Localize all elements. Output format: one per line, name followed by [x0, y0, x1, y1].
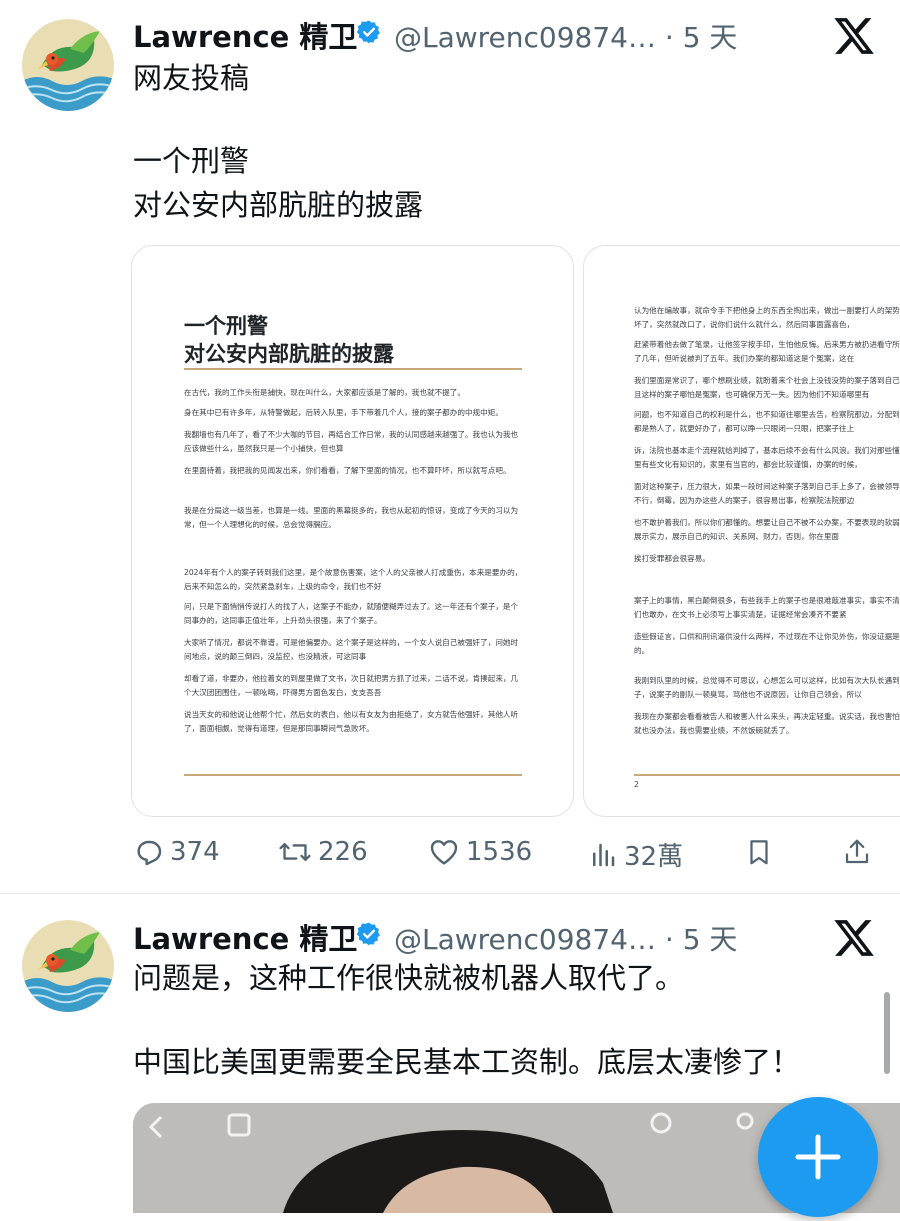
doc-paragraph: 问题，也不知道自己的权利是什么，也不知道往哪里去告，检察院那边，分配到的又基本都… [634, 410, 900, 433]
doc-paragraph: 我们里面是常识了，哪个想刷业绩，就盼着来个社会上没钱没势的案子落到自己手上，而且… [634, 376, 900, 399]
doc-paragraph: 身在其中已有许多年，从特警做起，后转入队里，手下带着几个人，接的案子都办的中规中… [184, 408, 503, 417]
doc-paragraph: 挨打受罪都会很容易。 [634, 554, 710, 563]
doc-paragraph: 案子上的事情，黑白颠倒很多，有些我手上的案子也是很难敲准事实，事实不清，但是我们… [634, 596, 900, 619]
handle-text: @Lawrenc09874… [394, 923, 656, 956]
post-time[interactable]: 5 天 [683, 923, 738, 956]
like-icon [430, 840, 458, 865]
doc-paragraph: 说当天女的和他说让他帮个忙，然后女的表白，他以有女友为由拒绝了，女方就告他强奸，… [184, 710, 519, 733]
doc-paragraph: 我刚到队里的时候，总觉得不可思议，心想怎么可以这样，比如有次大队长遇到一个案子，… [634, 676, 900, 699]
avatar[interactable] [22, 19, 114, 111]
doc-paragraph: 问，只是下面悄悄传说打人的找了人，这案子不能办，就随便糊弄过去了。这一年还有个案… [184, 602, 519, 625]
doc-paragraph: 赶紧带着他去做了笔录，让他签字按手印，生怕他反悔。后来男方被扔进看守所，最后判了… [634, 340, 900, 363]
doc-paragraph: 造些假证言，口供和刑讯逼供没什么两样，不过现在不让你见外伤，你没证据是很难告的。 [634, 632, 900, 655]
doc-paragraph: 也不敢护着我们，所以你们都懂的。想要让自己不被不公办案，不要表现的软弱，要适当展… [634, 518, 900, 541]
post-text-line: 问题是，这种工作很快就被机器人取代了。 [133, 961, 685, 995]
bookmark-button[interactable] [744, 836, 774, 868]
avatar[interactable] [22, 920, 114, 1012]
share-icon [845, 839, 869, 864]
share-button[interactable] [842, 836, 872, 868]
post-1[interactable]: Lawrence 精卫 @Lawrenc09874… · 5 天 网友投稿 一个… [0, 0, 900, 893]
compose-plus-icon [795, 1134, 841, 1180]
x-logo-icon[interactable] [832, 14, 876, 58]
author-handle[interactable]: @Lawrenc09874… · 5 天 [394, 918, 737, 958]
verified-badge-icon [356, 922, 380, 946]
author-handle[interactable]: @Lawrenc09874… · 5 天 [394, 16, 737, 56]
author-name[interactable]: Lawrence 精卫 [133, 916, 357, 958]
doc-page-number: 2 [634, 780, 639, 789]
views-icon [593, 843, 615, 866]
views-button[interactable]: 32萬 [588, 836, 683, 873]
reply-count: 374 [170, 837, 220, 867]
separator-dot: · [664, 21, 674, 54]
like-button[interactable]: 1536 [428, 836, 532, 868]
author-name[interactable]: Lawrence 精卫 [133, 14, 357, 56]
doc-paragraph: 认为他在编故事，就命令手下把他身上的东西全掏出来，做出一副要打人的架势，男方吓坏… [634, 306, 900, 329]
doc-rule [634, 774, 900, 776]
like-count: 1536 [466, 837, 533, 867]
doc-rule [184, 368, 522, 370]
action-bar: 374 226 1536 32萬 [0, 828, 900, 878]
compose-button[interactable] [758, 1097, 878, 1217]
verified-badge-icon [356, 20, 380, 44]
separator-dot: · [664, 923, 674, 956]
avatar-bird-icon [22, 920, 114, 1012]
doc-rule [184, 774, 522, 776]
bookmark-icon [750, 840, 768, 865]
avatar-bird-icon [22, 19, 114, 111]
doc-paragraph: 2024年有个人的案子转到我们这里，是个故意伤害案，这个人的父亲被人打成重伤，本… [184, 568, 523, 591]
doc-title-line: 一个刑警 [184, 314, 268, 338]
reply-icon [137, 840, 162, 866]
repost-count: 226 [318, 837, 368, 867]
doc-paragraph: 却看了道，非要办，他拉着女的到屋里做了文书，次日就把男方抓了过来，二话不说，肯揍… [184, 674, 519, 697]
reply-button[interactable]: 374 [132, 836, 220, 868]
repost-icon [279, 842, 311, 862]
post-text-line: 对公安内部肮脏的披露 [133, 188, 424, 222]
post-text-line: 中国比美国更需要全民基本工资制。底层太凄惨了！ [133, 1045, 801, 1079]
doc-title-line: 对公安内部肮脏的披露 [184, 342, 394, 366]
scrollbar[interactable] [884, 992, 890, 1074]
doc-paragraph: 面对这种案子，压力很大，如果一段时间这种案子落到自己手上多了，会被领导认为能力不… [634, 482, 900, 505]
doc-paragraph: 我翻墙也有几年了，看了不少大咖的节目，再结合工作日常，我的认同感越来越强了。我也… [184, 430, 519, 453]
doc-paragraph: 诉，法院也基本走个流程就给判掉了，基本后续不会有什么风浪。我们对那些懂法的、家里… [634, 446, 900, 469]
post-image-2[interactable]: 认为他在编故事，就命令手下把他身上的东西全掏出来，做出一副要打人的架势，男方吓坏… [583, 245, 900, 817]
post-text-line: 一个刑警 [133, 144, 250, 178]
x-logo-icon[interactable] [832, 916, 876, 960]
post-text-line: 网友投稿 [133, 61, 250, 95]
handle-text: @Lawrenc09874… [394, 21, 656, 54]
post-image-1[interactable]: 一个刑警 对公安内部肮脏的披露 在古代，我的工作头衔是捕快，现在叫什么，大家都应… [131, 245, 574, 817]
doc-paragraph: 大家听了情况，都说不靠谱，可是他偏要办。这个案子是这样的，一个女人说自己被强奸了… [184, 638, 519, 661]
doc-paragraph: 在古代，我的工作头衔是捕快，现在叫什么，大家都应该是了解的，我也就不提了。 [184, 388, 465, 397]
doc-paragraph: 我现在办案都会看看被告人和被害人什么来头，再决定轻重。说实话，我也害怕，怕哪天就… [634, 712, 900, 735]
doc-paragraph: 在里面待着，我把我的见闻发出来，你们看看，了解下里面的情况，也不算吓坏，所以就写… [184, 466, 511, 475]
views-count: 32萬 [624, 842, 684, 872]
repost-button[interactable]: 226 [278, 836, 368, 868]
post-time[interactable]: 5 天 [683, 21, 738, 54]
doc-paragraph: 我是在分局这一级当差，也算是一线。里面的黑幕挺多的，我也从起初的惊讶，变成了今天… [184, 506, 519, 529]
